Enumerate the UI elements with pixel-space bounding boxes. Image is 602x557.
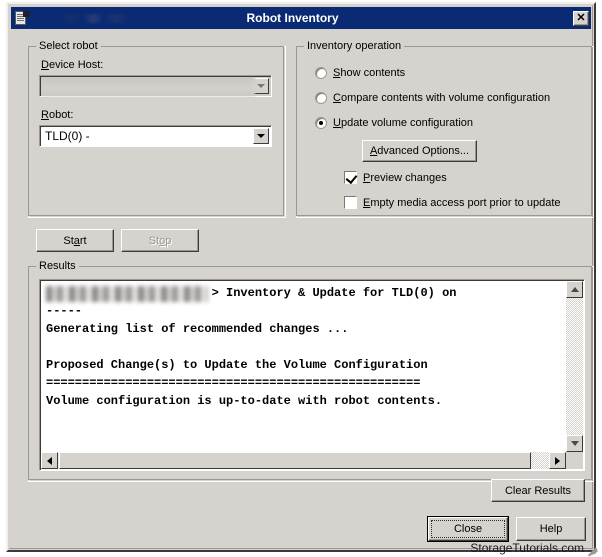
inventory-operation-group: Inventory operation Show contents Compar…: [296, 46, 594, 218]
scroll-down-icon[interactable]: [566, 435, 583, 452]
radio-update-volume-configuration-label: Update volume configuration: [333, 117, 473, 129]
radio-compare-contents[interactable]: Compare contents with volume configurati…: [315, 92, 550, 104]
radio-icon[interactable]: [315, 67, 327, 79]
results-horizontal-scrollbar[interactable]: [41, 452, 566, 469]
robot-inventory-window: Robot Inventory ✕ Select robot Device Ho…: [6, 2, 596, 552]
robot-combo-value: TLD(0) -: [45, 129, 90, 143]
start-label: Start: [63, 235, 86, 247]
close-icon[interactable]: ✕: [573, 11, 589, 26]
clear-results-button[interactable]: Clear Results: [491, 479, 585, 502]
radio-update-volume-configuration[interactable]: Update volume configuration: [315, 117, 473, 129]
stop-label: Stop: [149, 235, 172, 247]
results-redacted-host: [46, 286, 208, 302]
horizontal-scroll-thumb[interactable]: [59, 452, 531, 469]
close-glyph: ✕: [576, 13, 585, 24]
chevron-down-icon[interactable]: [253, 78, 269, 94]
document-icon: [14, 10, 30, 26]
advanced-options-button[interactable]: Advanced Options...: [362, 140, 477, 162]
robot-accel: R: [41, 109, 49, 121]
radio-compare-contents-label: Compare contents with volume configurati…: [333, 92, 550, 104]
titlebar-redacted-text: [59, 14, 131, 23]
resize-grip[interactable]: [586, 540, 600, 554]
inventory-operation-legend: Inventory operation: [304, 40, 404, 52]
robot-label-rest: obot:: [49, 109, 73, 121]
checkbox-icon[interactable]: [344, 196, 357, 209]
radio-show-contents-label: Show contents: [333, 67, 405, 79]
device-host-redaction: [41, 77, 255, 96]
checkbox-icon-checked[interactable]: [344, 171, 357, 184]
radio-icon[interactable]: [315, 92, 327, 104]
select-robot-group: Select robot Device Host: Robot: TLD(0) …: [28, 46, 286, 218]
close-button[interactable]: Close: [428, 517, 508, 541]
stop-button: Stop: [121, 229, 199, 252]
results-legend: Results: [36, 260, 79, 272]
results-group: Results > Inventory & Update for TLD(0) …: [28, 266, 594, 482]
scroll-left-icon[interactable]: [41, 452, 58, 469]
checkbox-preview-changes-label: Preview changes: [363, 172, 447, 184]
clear-results-label: Clear Results: [505, 485, 571, 497]
results-text: > Inventory & Update for TLD(0) on -----…: [46, 284, 564, 466]
help-button-label: Help: [540, 523, 563, 535]
results-textarea[interactable]: > Inventory & Update for TLD(0) on -----…: [39, 279, 585, 471]
device-host-combo[interactable]: [39, 75, 272, 97]
scroll-right-icon[interactable]: [549, 452, 566, 469]
device-host-label: Device Host:: [41, 59, 103, 71]
checkbox-empty-media-access-port[interactable]: Empty media access port prior to update: [344, 196, 561, 209]
device-host-label-rest: evice Host:: [49, 59, 103, 71]
robot-combo[interactable]: TLD(0) -: [39, 125, 272, 147]
watermark: StorageTutorials.com: [470, 541, 584, 555]
titlebar: Robot Inventory ✕: [11, 7, 591, 29]
advanced-options-label: Advanced Options...: [370, 145, 469, 157]
scroll-up-icon[interactable]: [566, 281, 583, 298]
checkbox-empty-media-access-port-label: Empty media access port prior to update: [363, 197, 561, 209]
radio-show-contents[interactable]: Show contents: [315, 67, 405, 79]
start-button[interactable]: Start: [36, 229, 114, 252]
robot-label: Robot:: [41, 109, 73, 121]
select-robot-legend: Select robot: [36, 40, 101, 52]
radio-icon-selected[interactable]: [315, 117, 327, 129]
device-host-accel: D: [41, 59, 49, 71]
help-button[interactable]: Help: [516, 517, 586, 541]
checkbox-preview-changes[interactable]: Preview changes: [344, 171, 447, 184]
scrollbar-corner: [566, 452, 583, 469]
chevron-down-icon[interactable]: [253, 128, 269, 144]
results-vertical-scrollbar[interactable]: [566, 281, 583, 452]
